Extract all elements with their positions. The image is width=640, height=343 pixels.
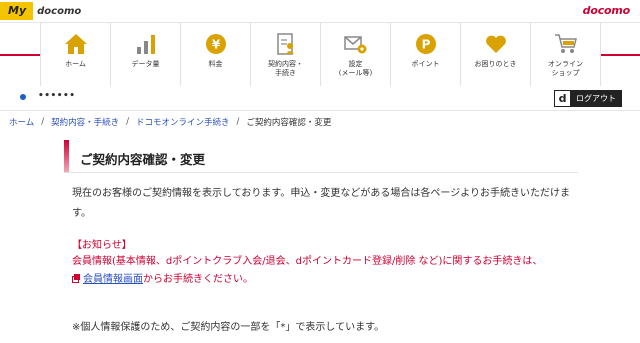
breadcrumb-separator: /: [236, 117, 240, 127]
user-row: •••••• d ログアウト: [0, 86, 640, 108]
my-docomo-logo[interactable]: My docomo: [0, 2, 81, 20]
notice-body: 会員情報(基本情報、dポイントクラブ入会/退会、dポイントカード登録/削除 など…: [72, 256, 543, 267]
title-accent-bar: [64, 140, 69, 172]
svg-text:P: P: [421, 38, 430, 52]
nav-item-data[interactable]: データ量: [111, 23, 181, 86]
home-icon: [63, 31, 89, 57]
contract-document-icon: [273, 31, 299, 57]
user-id: ••••••: [38, 91, 76, 101]
page-title-block: ご契約内容確認・変更: [64, 138, 578, 173]
breadcrumb-current: ご契約内容確認・変更: [246, 118, 332, 128]
bar-chart-icon: [133, 31, 159, 57]
breadcrumb-online-procedure[interactable]: ドコモオンライン手続き: [136, 116, 230, 128]
intro-text: 現在のお客様のご契約情報を表示しております。申込・変更などがある場合は各ページよ…: [72, 188, 570, 219]
logout-label: ログアウト: [571, 91, 621, 106]
nav-item-label: 料金: [208, 60, 223, 68]
nav-item-fee[interactable]: ¥ 料金: [181, 23, 251, 86]
nav-item-label: ポイント: [411, 60, 440, 68]
breadcrumb-separator: /: [126, 117, 130, 127]
external-window-icon: [72, 273, 80, 283]
d-account-icon: d: [555, 91, 571, 106]
nav-item-label: ホーム: [65, 60, 86, 68]
nav-item-label: オンライン ショップ: [548, 60, 583, 77]
breadcrumb-home[interactable]: ホーム: [9, 116, 34, 128]
svg-text:¥: ¥: [211, 38, 220, 52]
notice-heading: 【お知らせ】: [72, 240, 132, 251]
cart-icon: [553, 31, 579, 57]
member-info-link[interactable]: 会員情報画面: [83, 270, 143, 285]
logout-button[interactable]: d ログアウト: [554, 90, 622, 107]
breadcrumb-contract[interactable]: 契約内容・手続き: [51, 116, 119, 128]
nav-item-point[interactable]: P ポイント: [391, 23, 461, 86]
nav-item-label: 契約内容・ 手続き: [268, 60, 303, 77]
nav-item-shop[interactable]: オンライン ショップ: [531, 23, 601, 86]
point-icon: P: [413, 31, 439, 57]
heart-icon: [483, 31, 509, 57]
breadcrumb: ホーム / 契約内容・手続き / ドコモオンライン手続き / ご契約内容確認・変…: [9, 116, 331, 128]
privacy-note: ※個人情報保護のため、ご契約内容の一部を「*」で表示しています。: [72, 322, 385, 333]
member-link-row: 会員情報画面 からお手続きください。: [72, 270, 253, 285]
mail-settings-icon: [343, 31, 369, 57]
nav-item-settings[interactable]: 設定 (メール等): [321, 23, 391, 86]
top-bar: My docomo docomo: [0, 0, 640, 22]
global-nav: ホーム データ量 ¥ 料金 契約内容・ 手続き 設定 (メール等) P ポイント…: [0, 22, 640, 87]
nav-accent-line-right: [600, 54, 640, 56]
member-link-suffix: からお手続きください。: [143, 274, 253, 285]
nav-item-home[interactable]: ホーム: [41, 23, 111, 86]
nav-item-label: 設定 (メール等): [338, 60, 373, 77]
nav-item-contract[interactable]: 契約内容・ 手続き: [251, 23, 321, 86]
nav-accent-line-left: [0, 54, 40, 56]
header-divider: [0, 110, 640, 111]
my-label: My: [0, 2, 34, 20]
nav-item-label: お困りのとき: [474, 60, 517, 68]
breadcrumb-separator: /: [41, 117, 45, 127]
yen-icon: ¥: [203, 31, 229, 57]
nav-item-label: データ量: [131, 60, 160, 68]
user-status-dot: [20, 94, 26, 100]
nav-item-help[interactable]: お困りのとき: [461, 23, 531, 86]
my-brand: docomo: [37, 5, 82, 17]
docomo-logo[interactable]: docomo: [583, 4, 631, 17]
page-title: ご契約内容確認・変更: [80, 152, 206, 167]
